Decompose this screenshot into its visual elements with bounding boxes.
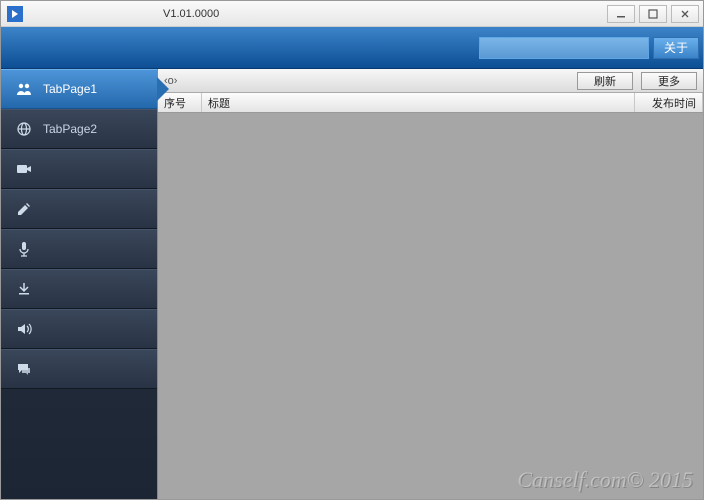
main: ‹o› 刷新 更多 序号 标题 发布时间 Canself.com© 2015 <box>157 69 703 499</box>
version-label: V1.01.0000 <box>163 8 219 20</box>
sound-icon <box>15 320 33 338</box>
sidebar-item-5[interactable] <box>1 229 157 269</box>
toolbar: ‹o› 刷新 更多 <box>158 69 703 93</box>
sidebar-item-4[interactable] <box>1 189 157 229</box>
app-icon <box>7 6 23 22</box>
table-header: 序号 标题 发布时间 <box>158 93 703 113</box>
column-pub[interactable]: 发布时间 <box>635 93 703 112</box>
about-button[interactable]: 关于 <box>653 37 699 59</box>
people-icon <box>15 80 33 98</box>
camera-icon <box>15 160 33 178</box>
maximize-button[interactable] <box>639 5 667 23</box>
header: 关于 <box>1 27 703 69</box>
chat-icon <box>15 360 33 378</box>
titlebar: V1.01.0000 <box>1 1 703 27</box>
edit-icon <box>15 200 33 218</box>
download-icon <box>15 280 33 298</box>
refresh-button[interactable]: 刷新 <box>577 72 633 90</box>
body: TabPage1 TabPage2 <box>1 69 703 499</box>
sidebar-item-6[interactable] <box>1 269 157 309</box>
close-button[interactable] <box>671 5 699 23</box>
sidebar-item-3[interactable] <box>1 149 157 189</box>
globe-icon <box>15 120 33 138</box>
sidebar-item-8[interactable] <box>1 349 157 389</box>
sidebar-item-tabpage2[interactable]: TabPage2 <box>1 109 157 149</box>
minimize-button[interactable] <box>607 5 635 23</box>
sidebar-item-label: TabPage2 <box>43 122 97 136</box>
sidebar-item-label: TabPage1 <box>43 82 97 96</box>
sidebar-item-7[interactable] <box>1 309 157 349</box>
search-input[interactable] <box>479 37 649 59</box>
content-area <box>158 113 703 499</box>
sidebar-item-tabpage1[interactable]: TabPage1 <box>1 69 157 109</box>
sidebar: TabPage1 TabPage2 <box>1 69 157 499</box>
more-button[interactable]: 更多 <box>641 72 697 90</box>
search-area: 关于 <box>479 37 703 59</box>
mic-icon <box>15 240 33 258</box>
app-window: V1.01.0000 关于 TabPage1 <box>0 0 704 500</box>
column-title[interactable]: 标题 <box>202 93 635 112</box>
window-controls <box>607 5 703 23</box>
